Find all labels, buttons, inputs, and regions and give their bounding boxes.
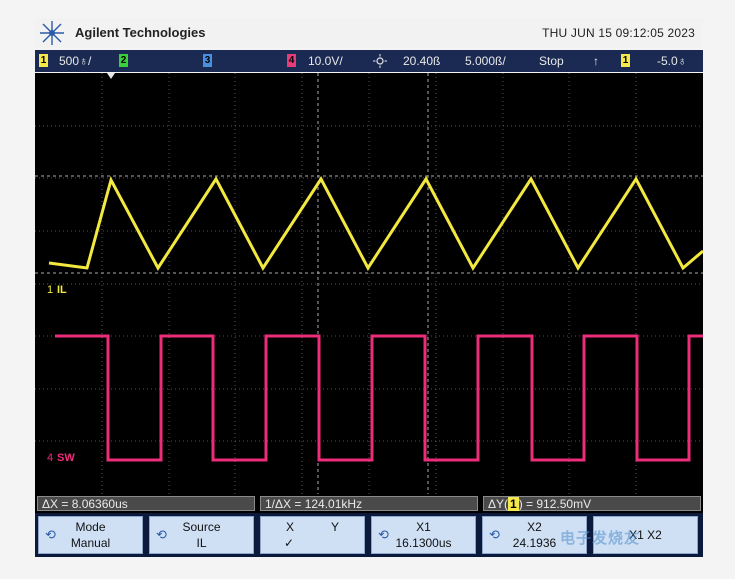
delta-y-channel: 1 [508,497,519,511]
ch4-scale: 10.0V/ [308,54,343,68]
header-bar: Agilent Technologies THU JUN 15 09:12:05… [35,18,703,48]
time-position: 20.40ß [403,54,441,68]
ch1-indicator[interactable]: 1 [39,54,48,67]
xy-softkey[interactable]: X Y ✓ [260,516,365,554]
ch4-trace-label: SW [57,452,75,464]
trigger-edge-icon: ↑ [593,54,599,68]
delta-y-readout: ΔY(1) = 912.50mV [483,496,701,511]
watermark-text: 电子发烧友 [560,530,641,547]
ch1-ground-marker: 1 [47,284,54,296]
waveform-display: 1 IL 4 SW [35,73,703,494]
run-state: Stop [539,54,564,68]
source-softkey[interactable]: ⟲ Source IL [149,516,254,554]
ch4-ground-marker: 4 [47,452,54,464]
date-time-stamp: THU JUN 15 09:12:05 2023 [542,26,695,40]
y-option: Y [331,520,340,534]
measurement-bar: ΔX = 8.06360us 1/ΔX = 124.01kHz ΔY(1) = … [35,494,703,513]
mode-softkey-value: Manual [70,536,111,550]
ch2-indicator[interactable]: 2 [119,54,128,67]
x1-softkey-title: X1 [416,520,431,534]
ch4-indicator[interactable]: 4 [287,54,296,67]
delta-x-readout: ΔX = 8.06360us [37,496,255,511]
checkmark-icon: ✓ [284,536,295,550]
ch3-indicator[interactable]: 3 [203,54,212,67]
mode-softkey[interactable]: ⟲ Mode Manual [38,516,143,554]
brand-name: Agilent Technologies [75,25,206,40]
il-inductor-current-trace [48,175,703,271]
ch1-trace-label: IL [57,284,67,296]
oscilloscope-screenshot: Agilent Technologies THU JUN 15 09:12:05… [0,0,735,579]
source-softkey-value: IL [196,536,207,550]
sun-icon [373,54,387,68]
time-scale: 5.000ß/ [465,54,506,68]
trigger-position-marker [107,73,115,79]
trigger-channel: 1 [621,54,630,67]
delta-y-prefix: ΔY( [488,497,509,511]
x-option: X [286,520,295,534]
x1-softkey[interactable]: ⟲ X1 16.1300us [371,516,476,554]
agilent-spark-logo [40,21,64,45]
delta-y-value: ) = 912.50mV [518,497,592,511]
status-bar: 1 500♁/ 2 3 4 10.0V/ 20.40ß 5.000ß/ Stop… [35,50,703,72]
mode-softkey-title: Mode [75,520,106,534]
source-softkey-title: Source [182,520,221,534]
ch1-scale: 500♁/ [59,54,92,68]
waveform-graticule [35,73,703,494]
inverse-delta-x-readout: 1/ΔX = 124.01kHz [260,496,478,511]
trigger-level: -5.0♁ [657,54,687,68]
x1-softkey-value: 16.1300us [395,536,452,550]
